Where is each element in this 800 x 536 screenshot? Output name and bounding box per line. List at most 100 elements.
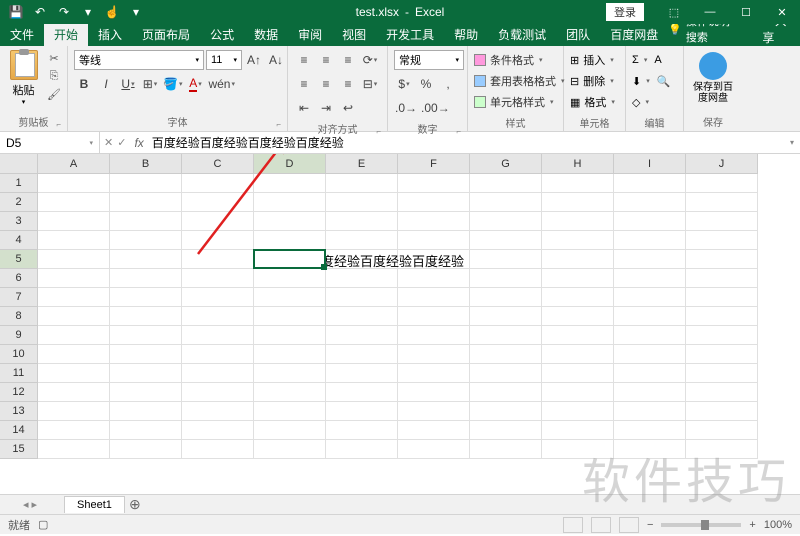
cell[interactable] <box>110 212 182 231</box>
cell[interactable] <box>470 212 542 231</box>
cell[interactable] <box>398 193 470 212</box>
cell[interactable] <box>326 250 398 269</box>
cell[interactable] <box>686 402 758 421</box>
cell[interactable] <box>542 402 614 421</box>
cell[interactable] <box>542 440 614 459</box>
sheet-tab[interactable]: Sheet1 <box>64 496 125 513</box>
spreadsheet-grid[interactable]: A B C D E F G H I J 12345678910111213141… <box>0 154 800 494</box>
cell[interactable] <box>398 269 470 288</box>
merge-button[interactable]: ⊟▾ <box>360 74 380 94</box>
cell[interactable] <box>686 326 758 345</box>
cell[interactable] <box>254 231 326 250</box>
font-size-combo[interactable]: 11▾ <box>206 50 242 70</box>
cell[interactable] <box>470 269 542 288</box>
autosum-button[interactable]: Σ▾ A <box>632 50 671 70</box>
cell[interactable] <box>686 364 758 383</box>
col-header[interactable]: I <box>614 154 686 174</box>
cell[interactable] <box>470 440 542 459</box>
select-all-corner[interactable] <box>0 154 38 174</box>
number-launcher[interactable]: ⌐ <box>456 127 461 136</box>
cell[interactable] <box>254 288 326 307</box>
cell[interactable] <box>614 174 686 193</box>
tab-baidu[interactable]: 百度网盘 <box>600 23 668 46</box>
cell[interactable] <box>254 193 326 212</box>
cell[interactable] <box>326 212 398 231</box>
format-cells-button[interactable]: ▦ 格式▾ <box>570 92 615 112</box>
tab-review[interactable]: 审阅 <box>288 23 332 46</box>
tab-team[interactable]: 团队 <box>556 23 600 46</box>
cell[interactable] <box>542 345 614 364</box>
row-header[interactable]: 15 <box>0 440 38 459</box>
cell[interactable] <box>542 193 614 212</box>
view-normal-icon[interactable] <box>563 517 583 533</box>
copy-icon[interactable]: ⎘ <box>45 68 63 84</box>
cell[interactable] <box>38 288 110 307</box>
cell[interactable] <box>182 345 254 364</box>
cancel-formula-icon[interactable]: ✕ <box>104 136 113 149</box>
col-header[interactable]: A <box>38 154 110 174</box>
indent-increase-icon[interactable]: ⇥ <box>316 98 336 118</box>
cell[interactable] <box>614 364 686 383</box>
cell[interactable] <box>38 383 110 402</box>
cell[interactable] <box>253 249 326 269</box>
cell[interactable] <box>470 383 542 402</box>
add-sheet-button[interactable]: ⊕ <box>125 496 145 513</box>
enter-formula-icon[interactable]: ✓ <box>117 136 126 149</box>
table-format-button[interactable]: 套用表格格式▾ <box>474 71 565 91</box>
cell[interactable] <box>542 364 614 383</box>
cell[interactable] <box>326 231 398 250</box>
save-baidu-button[interactable]: 保存到百度网盘 <box>688 48 738 106</box>
row-header[interactable]: 13 <box>0 402 38 421</box>
cell[interactable] <box>182 421 254 440</box>
tab-insert[interactable]: 插入 <box>88 23 132 46</box>
cell[interactable] <box>182 212 254 231</box>
row-header[interactable]: 4 <box>0 231 38 250</box>
cell[interactable] <box>614 212 686 231</box>
save-icon[interactable]: 💾 <box>8 4 24 20</box>
col-header[interactable]: C <box>182 154 254 174</box>
cell[interactable] <box>686 288 758 307</box>
col-header[interactable]: D <box>254 154 326 174</box>
cell[interactable] <box>470 288 542 307</box>
cell[interactable] <box>542 421 614 440</box>
row-header[interactable]: 11 <box>0 364 38 383</box>
cell[interactable] <box>182 440 254 459</box>
sheet-nav[interactable]: ◂ ▸ <box>0 498 60 511</box>
percent-icon[interactable]: % <box>416 74 436 94</box>
cell[interactable] <box>398 364 470 383</box>
minimize-icon[interactable]: — <box>692 0 728 24</box>
row-header[interactable]: 5 <box>0 250 38 269</box>
cell[interactable] <box>542 326 614 345</box>
redo-icon[interactable]: ↷ <box>56 4 72 20</box>
formula-expand-icon[interactable]: ▾ <box>784 138 800 147</box>
row-header[interactable]: 10 <box>0 345 38 364</box>
cell[interactable] <box>542 174 614 193</box>
cell[interactable] <box>38 326 110 345</box>
cell[interactable] <box>470 250 542 269</box>
cell[interactable] <box>38 345 110 364</box>
col-header[interactable]: F <box>398 154 470 174</box>
cell[interactable] <box>254 402 326 421</box>
row-header[interactable]: 8 <box>0 307 38 326</box>
cell[interactable] <box>110 174 182 193</box>
increase-decimal-icon[interactable]: .0→ <box>394 98 418 118</box>
cell[interactable] <box>686 269 758 288</box>
zoom-slider[interactable] <box>661 523 741 527</box>
cell[interactable] <box>254 212 326 231</box>
cell[interactable] <box>614 345 686 364</box>
cell[interactable] <box>614 250 686 269</box>
row-header[interactable]: 1 <box>0 174 38 193</box>
clear-button[interactable]: ◇▾ <box>632 92 671 112</box>
col-header[interactable]: J <box>686 154 758 174</box>
align-bottom-icon[interactable]: ≡ <box>338 50 358 70</box>
cell[interactable] <box>614 440 686 459</box>
cell[interactable] <box>686 193 758 212</box>
cell[interactable] <box>614 402 686 421</box>
cell[interactable] <box>326 193 398 212</box>
touch-icon[interactable]: ☝ <box>104 4 120 20</box>
row-header[interactable]: 6 <box>0 269 38 288</box>
cell[interactable] <box>326 345 398 364</box>
cell[interactable] <box>470 231 542 250</box>
cell[interactable] <box>110 307 182 326</box>
view-pagebreak-icon[interactable] <box>619 517 639 533</box>
